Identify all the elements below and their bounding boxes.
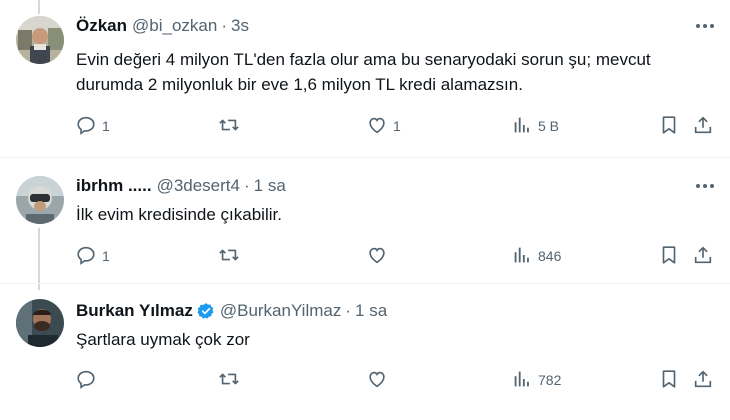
avatar[interactable] xyxy=(16,176,64,224)
share-icon xyxy=(692,244,714,269)
share-icon xyxy=(692,114,714,139)
retweet-button[interactable] xyxy=(218,244,245,268)
retweet-button[interactable] xyxy=(218,114,245,138)
separator-dot: · xyxy=(221,16,228,35)
separator-dot: · xyxy=(243,176,250,195)
bookmark-icon xyxy=(658,114,680,139)
share-button[interactable] xyxy=(692,368,714,392)
retweet-icon xyxy=(218,244,240,269)
views-count: 846 xyxy=(538,248,562,264)
verified-badge-icon xyxy=(197,302,215,320)
reply-icon xyxy=(75,368,97,393)
thread-line xyxy=(38,0,40,14)
retweet-icon xyxy=(218,114,240,139)
retweet-button[interactable] xyxy=(218,368,245,392)
more-icon[interactable] xyxy=(694,176,716,196)
views-button[interactable]: 846 xyxy=(511,244,561,268)
tweet-header: ibrhm ..... @3desert4 · 1 sa xyxy=(76,174,286,198)
reply-icon xyxy=(75,114,97,139)
retweet-icon xyxy=(218,368,240,393)
avatar[interactable] xyxy=(16,16,64,64)
like-button[interactable] xyxy=(366,244,393,268)
tweet-header: Özkan @bi_ozkan · 3s xyxy=(76,14,249,38)
action-bar: 1 1 5 B xyxy=(70,114,720,138)
like-button[interactable]: 1 xyxy=(366,114,401,138)
username[interactable]: @bi_ozkan xyxy=(132,16,217,36)
like-button[interactable] xyxy=(366,368,393,392)
tweet-text: İlk evim kredisinde çıkabilir. xyxy=(76,205,282,224)
like-icon xyxy=(366,244,388,269)
reply-button[interactable] xyxy=(75,368,102,392)
bookmark-button[interactable] xyxy=(658,244,680,268)
reply-icon xyxy=(75,244,97,269)
like-count: 1 xyxy=(393,118,401,134)
views-count: 5 B xyxy=(538,118,560,134)
like-icon xyxy=(366,368,388,393)
reply-button[interactable]: 1 xyxy=(75,244,110,268)
bookmark-button[interactable] xyxy=(658,368,680,392)
timestamp[interactable]: 1 sa xyxy=(355,301,387,321)
views-button[interactable]: 782 xyxy=(511,368,561,392)
display-name[interactable]: ibrhm ..... xyxy=(76,176,152,196)
tweet-text: Şartlara uymak çok zor xyxy=(76,330,250,349)
action-bar: 782 xyxy=(70,368,720,392)
bookmark-icon xyxy=(658,244,680,269)
bookmark-icon xyxy=(658,368,680,393)
reply-button[interactable]: 1 xyxy=(75,114,110,138)
views-icon xyxy=(511,368,533,393)
username[interactable]: @BurkanYilmaz xyxy=(220,301,342,321)
tweet-text: Evin değeri 4 milyon TL'den fazla olur a… xyxy=(76,50,651,94)
tweet-3[interactable]: Burkan Yılmaz @BurkanYilmaz · 1 sa Şartl… xyxy=(0,299,730,420)
tweet-1[interactable]: Özkan @bi_ozkan · 3s Evin değeri 4 milyo… xyxy=(0,14,730,156)
share-icon xyxy=(692,368,714,393)
divider xyxy=(0,283,730,284)
avatar[interactable] xyxy=(16,299,64,347)
more-icon[interactable] xyxy=(694,16,716,36)
divider xyxy=(0,157,730,158)
tweet-2[interactable]: ibrhm ..... @3desert4 · 1 sa İlk evim kr… xyxy=(0,174,730,284)
share-button[interactable] xyxy=(692,114,714,138)
views-count: 782 xyxy=(538,372,562,388)
separator-dot: · xyxy=(345,301,352,320)
views-button[interactable]: 5 B xyxy=(511,114,559,138)
reply-count: 1 xyxy=(102,248,110,264)
timestamp[interactable]: 1 sa xyxy=(254,176,286,196)
like-icon xyxy=(366,114,388,139)
username[interactable]: @3desert4 xyxy=(157,176,240,196)
tweet-header: Burkan Yılmaz @BurkanYilmaz · 1 sa xyxy=(76,299,387,323)
timestamp[interactable]: 3s xyxy=(231,16,249,36)
bookmark-button[interactable] xyxy=(658,114,680,138)
action-bar: 1 846 xyxy=(70,244,720,268)
share-button[interactable] xyxy=(692,244,714,268)
views-icon xyxy=(511,244,533,269)
display-name[interactable]: Burkan Yılmaz xyxy=(76,301,193,321)
reply-count: 1 xyxy=(102,118,110,134)
views-icon xyxy=(511,114,533,139)
display-name[interactable]: Özkan xyxy=(76,16,127,36)
